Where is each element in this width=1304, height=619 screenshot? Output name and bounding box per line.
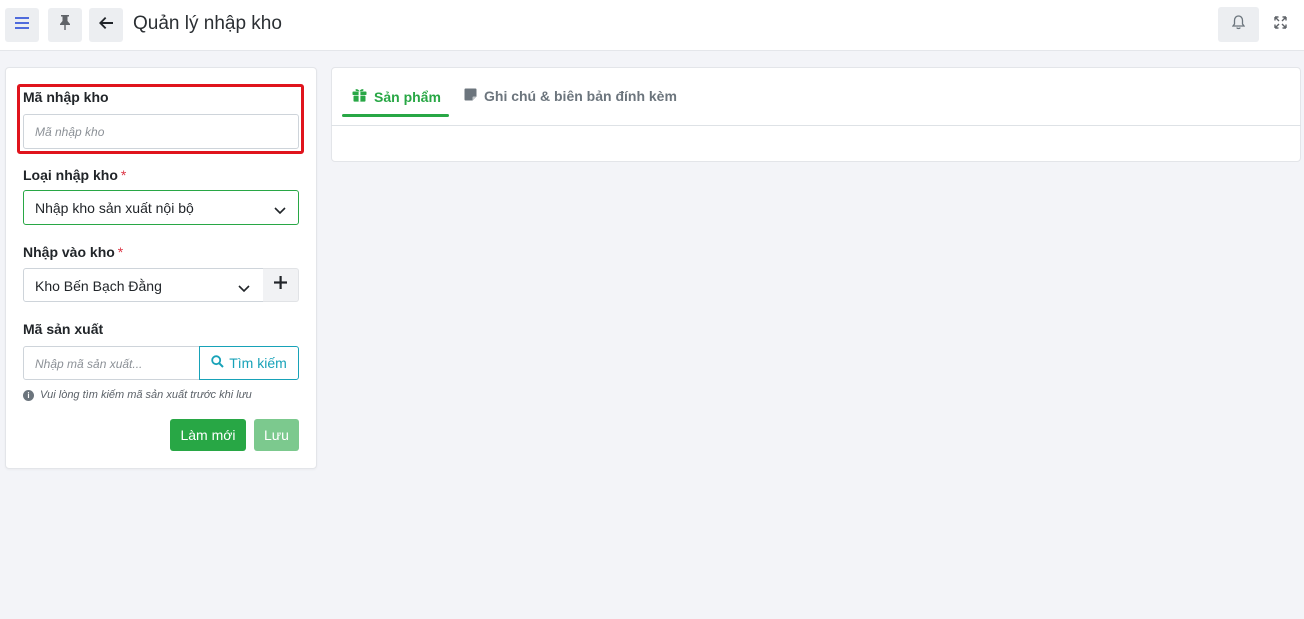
import-code-input[interactable]: Mã nhập kho (23, 114, 299, 149)
tab-notes-label: Ghi chú & biên bản đính kèm (484, 88, 677, 104)
top-bar: Quản lý nhập kho (0, 0, 1304, 51)
back-button[interactable] (89, 8, 123, 42)
gift-icon (352, 88, 367, 105)
required-mark: * (117, 244, 124, 260)
import-type-label: Loại nhập kho * (23, 167, 126, 183)
bell-icon (1231, 14, 1246, 35)
warehouse-label: Nhập vào kho * (23, 244, 123, 260)
import-type-select[interactable]: Nhập kho sản xuất nội bộ (23, 190, 299, 225)
search-button[interactable]: Tìm kiếm (199, 346, 299, 380)
refresh-button[interactable]: Làm mới (170, 419, 246, 451)
production-code-input[interactable]: Nhập mã sản xuất... (23, 346, 200, 380)
import-code-placeholder: Mã nhập kho (35, 125, 105, 139)
tabs-card (331, 67, 1301, 162)
import-type-value: Nhập kho sản xuất nội bộ (35, 200, 194, 216)
sticky-note-icon (464, 88, 477, 104)
chevron-down-icon (238, 280, 250, 298)
tab-notes-attachments[interactable]: Ghi chú & biên bản đính kèm (464, 88, 677, 104)
search-hint-text: Vui lòng tìm kiếm mã sản xuất trước khi … (40, 389, 252, 401)
hamburger-icon (15, 16, 29, 34)
menu-button[interactable] (5, 8, 39, 42)
add-warehouse-button[interactable] (263, 268, 299, 302)
fullscreen-button[interactable] (1266, 10, 1294, 40)
pin-icon (59, 15, 71, 35)
warehouse-label-text: Nhập vào kho (23, 244, 115, 260)
import-code-label: Mã nhập kho (23, 89, 109, 105)
production-code-placeholder: Nhập mã sản xuất... (35, 357, 143, 371)
save-button[interactable]: Lưu (254, 419, 299, 451)
warehouse-value: Kho Bến Bạch Đằng (35, 278, 162, 294)
tab-products[interactable]: Sản phẩm (352, 88, 441, 105)
search-hint: i Vui lòng tìm kiếm mã sản xuất trước kh… (23, 389, 252, 401)
page-title: Quản lý nhập kho (133, 13, 282, 34)
pin-button[interactable] (48, 8, 82, 42)
plus-icon (274, 276, 287, 294)
import-type-label-text: Loại nhập kho (23, 167, 118, 183)
chevron-down-icon (274, 202, 286, 220)
required-mark: * (120, 167, 127, 183)
notification-button[interactable] (1218, 7, 1259, 42)
tabs-divider (331, 125, 1301, 126)
tab-products-label: Sản phẩm (374, 88, 441, 105)
expand-icon (1273, 16, 1287, 34)
search-button-label: Tìm kiếm (229, 355, 287, 371)
arrow-left-icon (99, 16, 113, 34)
info-icon: i (23, 389, 34, 401)
search-icon (211, 355, 224, 371)
active-tab-indicator (342, 114, 449, 117)
warehouse-select[interactable]: Kho Bến Bạch Đằng (23, 268, 264, 302)
production-code-label: Mã sản xuất (23, 321, 104, 337)
